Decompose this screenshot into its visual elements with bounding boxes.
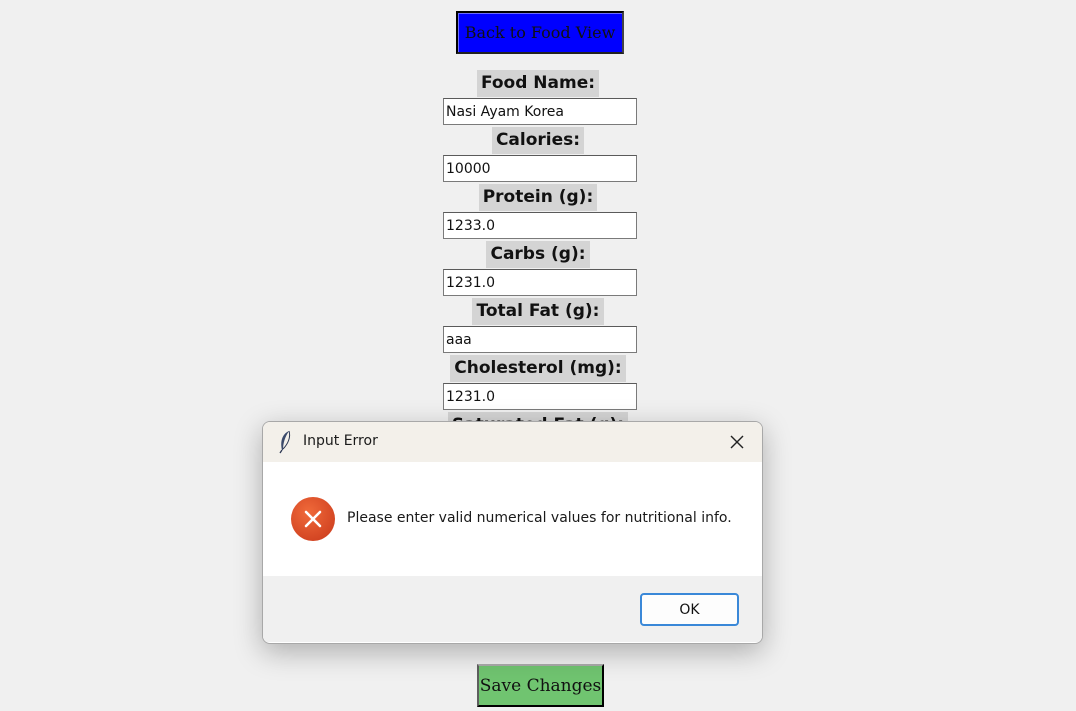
carbs-input[interactable]: 1231.0 xyxy=(443,269,637,296)
input-error-dialog: Input Error Please enter valid numerical… xyxy=(262,421,763,644)
cholesterol-label: Cholesterol (mg): xyxy=(0,355,1076,382)
ok-button[interactable]: OK xyxy=(640,593,739,626)
food-name-label: Food Name: xyxy=(0,70,1076,97)
total-fat-input[interactable]: aaa xyxy=(443,326,637,353)
dialog-title-bar[interactable]: Input Error xyxy=(263,422,762,462)
calories-label: Calories: xyxy=(0,127,1076,154)
dialog-title: Input Error xyxy=(303,433,378,449)
save-changes-button[interactable]: Save Changes xyxy=(477,664,604,707)
back-to-food-view-button[interactable]: Back to Food View xyxy=(456,11,624,54)
carbs-label: Carbs (g): xyxy=(0,241,1076,268)
calories-input[interactable]: 10000 xyxy=(443,155,637,182)
feather-icon xyxy=(277,430,293,458)
cholesterol-input[interactable]: 1231.0 xyxy=(443,383,637,410)
protein-input[interactable]: 1233.0 xyxy=(443,212,637,239)
dialog-body: Please enter valid numerical values for … xyxy=(263,462,762,576)
total-fat-label: Total Fat (g): xyxy=(0,298,1076,325)
food-name-input[interactable]: Nasi Ayam Korea xyxy=(443,98,637,125)
close-icon[interactable] xyxy=(727,432,747,452)
error-message: Please enter valid numerical values for … xyxy=(347,510,732,526)
dialog-footer: OK xyxy=(263,576,762,642)
error-icon xyxy=(291,497,335,541)
protein-label: Protein (g): xyxy=(0,184,1076,211)
